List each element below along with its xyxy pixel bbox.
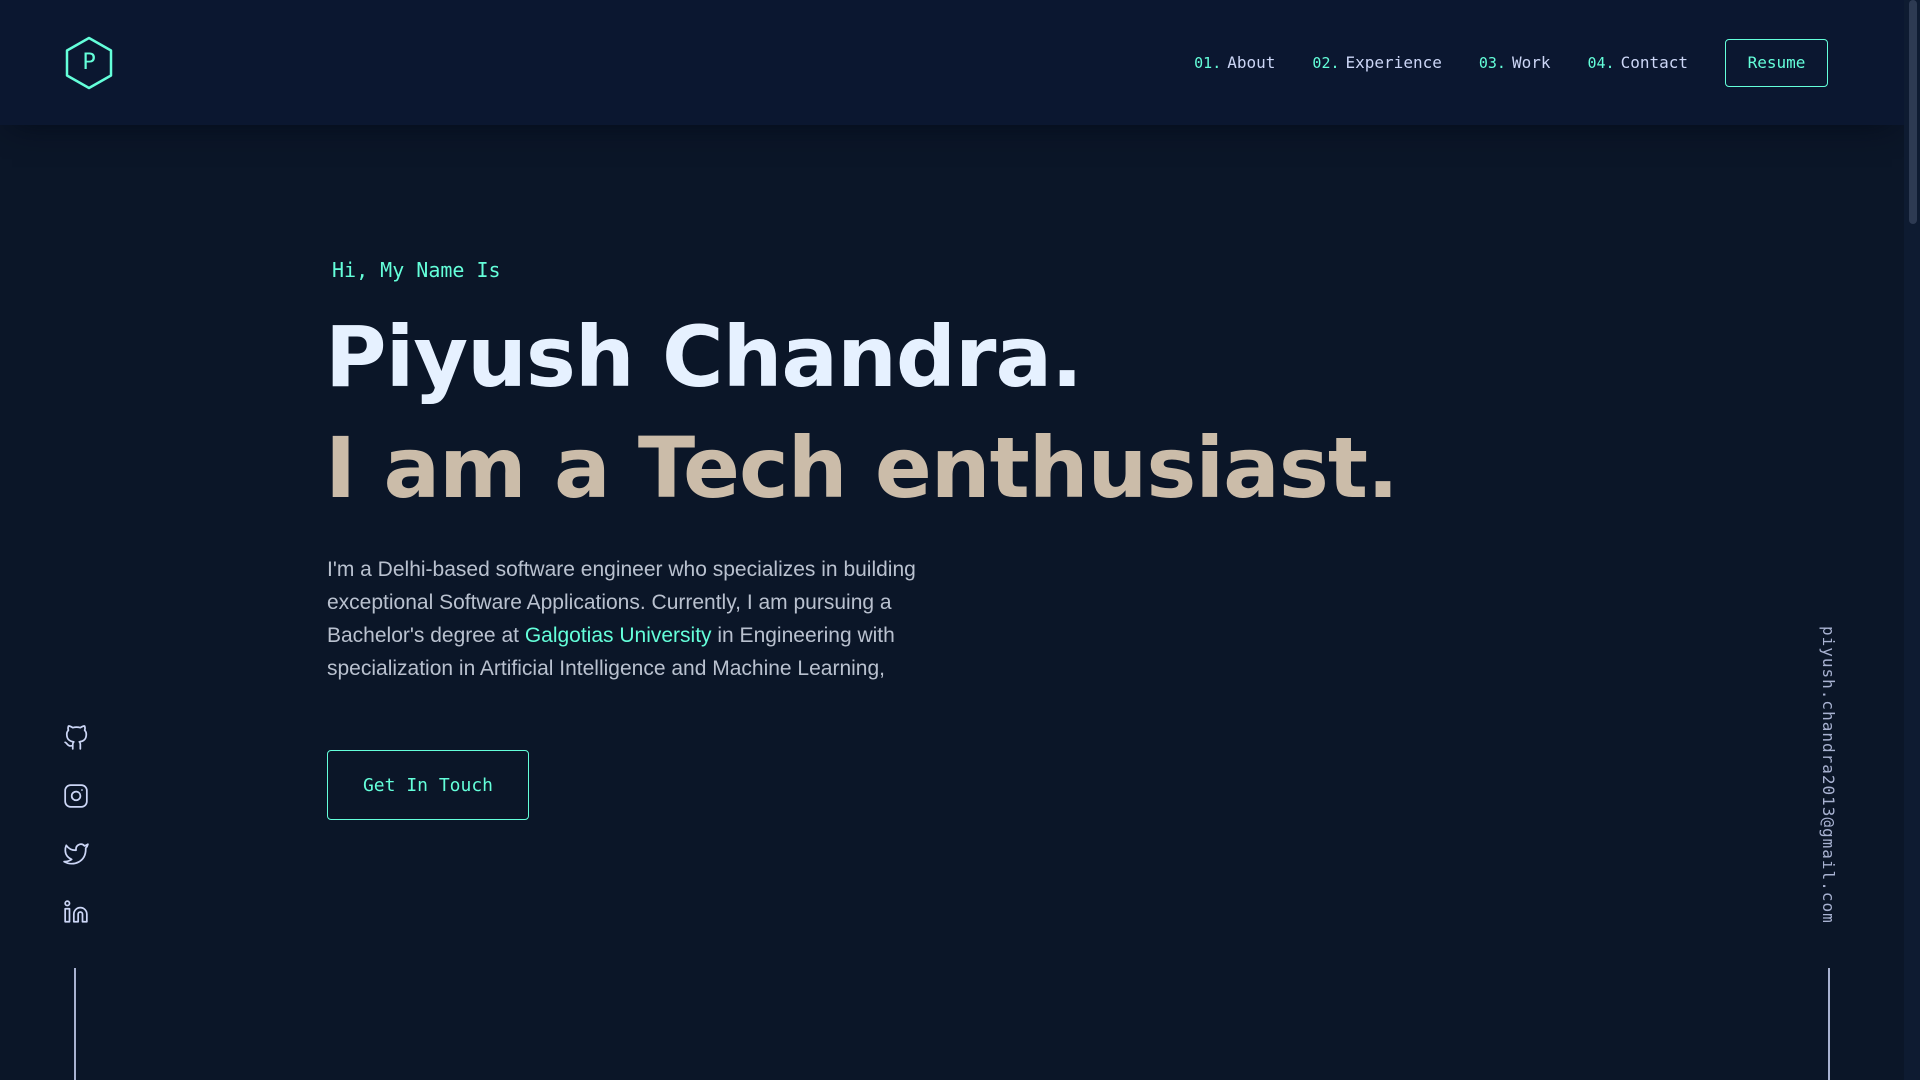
nav-item-experience[interactable]: 02. Experience [1312,53,1441,72]
social-divider-line [74,968,76,1080]
site-header: P 01. About 02. Experience 03. Work 04. Cont… [0,0,1904,125]
github-link[interactable] [58,720,94,756]
twitter-link[interactable] [58,836,94,872]
page-scrollbar[interactable] [1904,0,1920,1080]
get-in-touch-button[interactable]: Get In Touch [327,750,529,820]
twitter-icon [63,843,89,865]
social-links [58,720,94,952]
logo-letter: P [82,50,96,75]
main-nav: 01. About 02. Experience 03. Work 04. Contac… [1157,0,1904,125]
linkedin-icon [64,900,88,923]
scrollbar-thumb[interactable] [1909,0,1917,224]
hero-bio: I'm a Delhi-based software engineer who … [327,553,967,685]
university-link[interactable]: Galgotias University [525,624,712,647]
instagram-link[interactable] [58,778,94,814]
nav-number: 02. [1312,54,1340,72]
nav-item-work[interactable]: 03. Work [1479,53,1551,72]
email-divider-line [1828,968,1830,1080]
nav-number: 04. [1587,54,1615,72]
email-link[interactable]: piyush.chandra2013@gmail.com [1819,626,1838,924]
logo[interactable]: P [64,36,114,90]
hero-tagline: I am a Tech enthusiast. [325,419,1399,517]
portfolio-page: P 01. About 02. Experience 03. Work 04. Cont… [0,0,1920,1080]
nav-number: 01. [1194,54,1222,72]
resume-button[interactable]: Resume [1725,38,1828,87]
nav-item-about[interactable]: 01. About [1194,53,1275,72]
nav-label: Contact [1620,53,1688,72]
linkedin-link[interactable] [58,894,94,930]
nav-label: Work [1511,53,1551,72]
hero-name: Piyush Chandra. [325,308,1083,406]
nav-label: Experience [1345,53,1442,72]
nav-label: About [1227,53,1276,72]
nav-item-contact[interactable]: 04. Contact [1587,53,1688,72]
email-sidebar: piyush.chandra2013@gmail.com [1808,626,1848,932]
nav-number: 03. [1478,54,1506,72]
github-icon [64,725,88,750]
hero-greeting: Hi, My Name Is [332,258,501,282]
instagram-icon [64,784,88,808]
